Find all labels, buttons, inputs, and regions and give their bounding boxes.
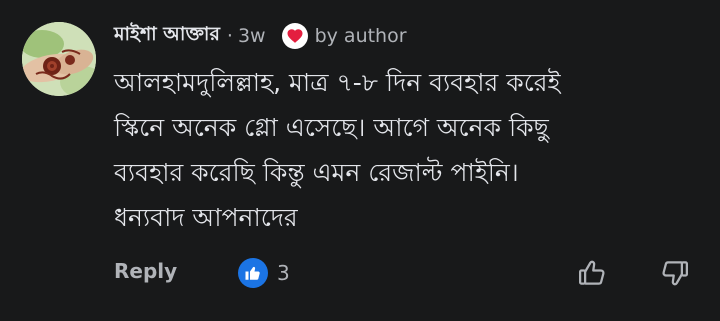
timestamp[interactable]: 3w bbox=[238, 25, 266, 47]
reply-button[interactable]: Reply bbox=[114, 259, 177, 283]
comment-line: ব্যবহার করেছি কিন্তু এমন রেজাল্ট পাইনি। bbox=[114, 158, 519, 187]
comment-body: আলহামদুলিল্লাহ, মাত্র ৭-৮ দিন ব্যবহার কর… bbox=[114, 60, 684, 240]
comment-line: ধন্যবাদ আপনাদের bbox=[114, 203, 298, 232]
comment-line: আলহামদুলিল্লাহ, মাত্র ৭-৮ দিন ব্যবহার কর… bbox=[114, 68, 561, 97]
thumbs-down-outline-icon[interactable] bbox=[658, 256, 692, 290]
comment-line: স্কিনে অনেক গ্লো এসেছে। আগে অনেক কিছু bbox=[114, 113, 549, 142]
like-count: 3 bbox=[277, 261, 290, 285]
thumbs-up-icon bbox=[238, 258, 268, 288]
comment: মাইশা আক্তার · 3w by author আলহামদুলিল্ল… bbox=[0, 0, 720, 321]
avatar[interactable] bbox=[22, 22, 96, 96]
heart-icon bbox=[281, 23, 308, 49]
avatar-image bbox=[22, 22, 96, 96]
author-badge: by author bbox=[314, 25, 407, 47]
author-name[interactable]: মাইশা আক্তার bbox=[114, 20, 220, 52]
thumbs-up-outline-icon[interactable] bbox=[575, 256, 609, 290]
comment-header: মাইশা আক্তার · 3w by author bbox=[114, 20, 407, 52]
reaction-summary[interactable]: 3 bbox=[238, 258, 290, 288]
separator-dot: · bbox=[226, 25, 233, 47]
